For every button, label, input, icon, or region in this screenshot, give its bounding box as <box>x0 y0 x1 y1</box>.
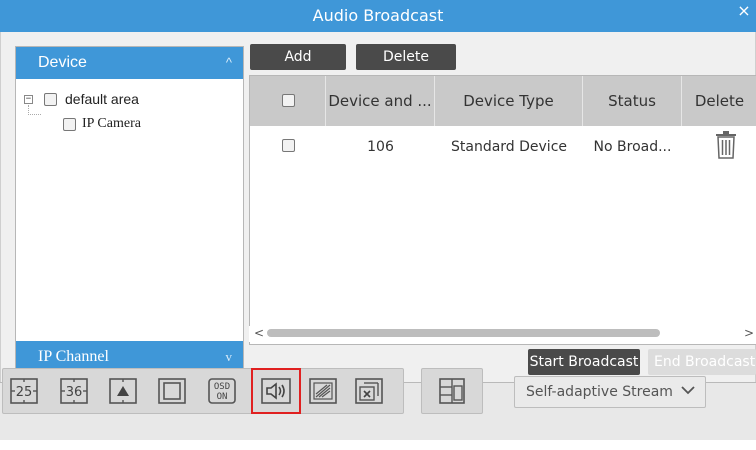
layout-36-button[interactable]: 36 <box>60 378 88 404</box>
zoom-area-button[interactable] <box>309 378 337 404</box>
chevron-down-icon <box>681 377 695 407</box>
title-bar: Audio Broadcast × <box>0 0 756 32</box>
stream-type-select[interactable]: Self-adaptive Stream <box>514 376 706 408</box>
header-checkbox-cell <box>250 76 326 126</box>
column-delete[interactable]: Delete <box>682 76 756 126</box>
table-header: Device and ... Device Type Status Delete <box>250 76 756 126</box>
row-status: No Broad... <box>593 139 672 155</box>
trash-icon[interactable] <box>714 131 738 159</box>
osd-toggle-button[interactable]: OSD ON <box>208 378 236 404</box>
column-status[interactable]: Status <box>583 76 682 126</box>
chevron-up-icon[interactable]: ^ <box>226 47 232 79</box>
single-view-button[interactable] <box>109 378 137 404</box>
column-device-type[interactable]: Device Type <box>435 76 583 126</box>
end-broadcast-button[interactable]: End Broadcast <box>648 349 756 375</box>
bottom-margin <box>0 440 756 450</box>
layout-25-button[interactable]: 25 <box>10 378 38 404</box>
full-screen-button[interactable] <box>158 378 186 404</box>
start-broadcast-button[interactable]: Start Broadcast <box>528 349 640 375</box>
broadcast-device-table: Device and ... Device Type Status Delete… <box>249 75 756 345</box>
active-tool-highlight <box>251 368 301 414</box>
ip-channel-header-label: IP Channel <box>38 348 109 365</box>
row-device-name: 106 <box>367 139 394 155</box>
tree-connector <box>28 105 41 115</box>
scroll-left-icon[interactable]: < <box>254 326 264 340</box>
default-area-checkbox[interactable] <box>44 93 57 106</box>
audio-broadcast-dialog: Audio Broadcast × Device ^ − default are… <box>0 0 756 382</box>
layout-36-label: 36 <box>66 385 83 400</box>
column-device-name[interactable]: Device and ... <box>326 76 435 126</box>
tree-root-label: default area <box>65 91 139 107</box>
osd-label: OSD <box>214 382 230 392</box>
device-header-label: Device <box>38 54 87 71</box>
horizontal-scrollbar[interactable]: < > <box>249 326 756 342</box>
close-window-button[interactable] <box>355 378 383 404</box>
tree-collapse-icon[interactable]: − <box>24 95 33 104</box>
row-checkbox[interactable] <box>282 139 295 152</box>
ip-camera-checkbox[interactable] <box>63 118 76 131</box>
add-button[interactable]: Add <box>250 44 346 70</box>
scroll-right-icon[interactable]: > <box>744 326 754 340</box>
osd-on-label: ON <box>217 392 228 402</box>
layout-grid-button[interactable] <box>438 378 466 404</box>
tree-child-label: IP Camera <box>82 116 141 131</box>
layout-25-label: 25 <box>16 385 33 400</box>
select-all-checkbox[interactable] <box>282 94 295 107</box>
close-icon[interactable]: × <box>736 2 752 22</box>
scrollbar-thumb[interactable] <box>267 329 660 337</box>
device-section-header[interactable]: Device ^ <box>16 47 243 79</box>
delete-button[interactable]: Delete <box>356 44 456 70</box>
stream-type-label: Self-adaptive Stream <box>526 384 673 400</box>
device-panel: Device ^ − default area IP Camera IP Cha… <box>15 46 244 374</box>
dialog-title: Audio Broadcast <box>312 6 444 25</box>
row-device-type: Standard Device <box>450 139 568 155</box>
